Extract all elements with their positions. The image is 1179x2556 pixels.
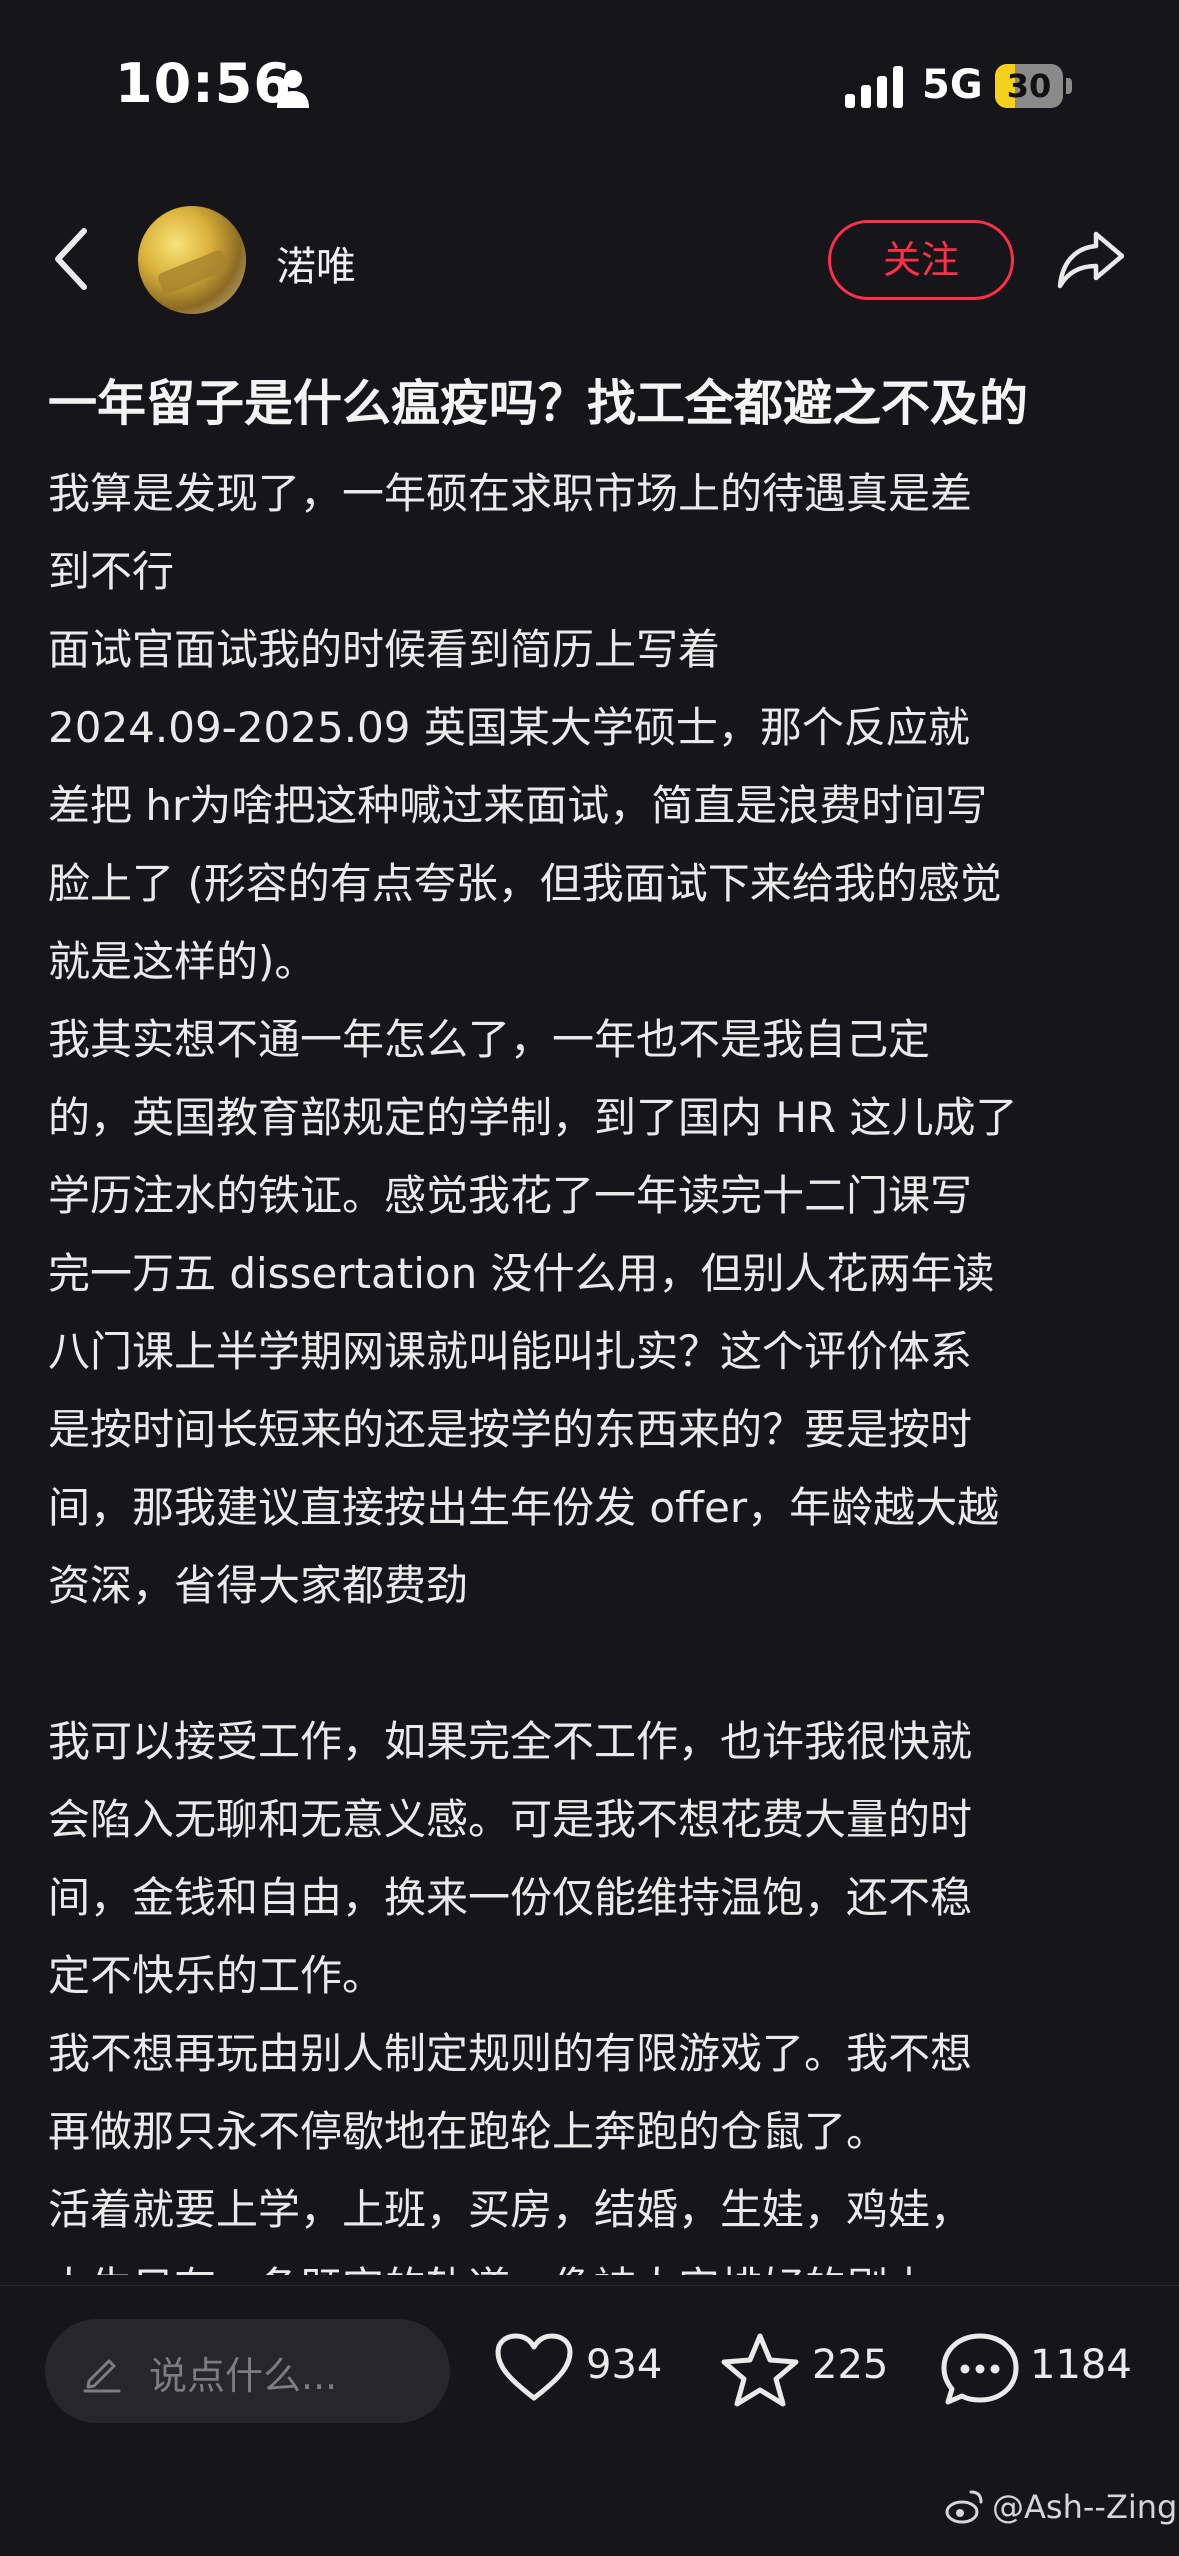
follow-button[interactable]: 关注 — [828, 220, 1014, 300]
comment-input[interactable]: 说点什么... — [45, 2319, 450, 2423]
post-text-line: 学历注水的铁证。感觉我花了一年读完十二门课写 — [48, 1171, 973, 1220]
comment-placeholder: 说点什么... — [149, 2354, 338, 2398]
post-text-line: 我算是发现了，一年硕在求职市场上的待遇真是差 — [48, 469, 973, 518]
post-text-line: 差把 hr为啥把这种喊过来面试，简直是浪费时间写 — [48, 781, 988, 830]
author-name[interactable]: 渃唯 — [276, 234, 356, 292]
pencil-icon — [83, 2359, 121, 2393]
post-text-line: 我不想再玩由别人制定规则的有限游戏了。我不想 — [48, 2029, 973, 2078]
post-text-line: 我其实想不通一年怎么了，一年也不是我自己定 — [48, 1015, 931, 1064]
person-icon — [277, 70, 309, 108]
comment-count: 1184 — [1030, 2342, 1132, 2388]
post-text-line: 脸上了 (形容的有点夸张，但我面试下来给我的感觉 — [48, 859, 1002, 908]
post-text-line — [48, 1625, 1148, 1703]
post-text-line: 2024.09-2025.09 英国某大学硕士，那个反应就 — [48, 703, 970, 752]
watermark: @Ash--Zing — [992, 2488, 1178, 2526]
post-text-line: 会陷入无聊和无意义感。可是我不想花费大量的时 — [48, 1795, 973, 1844]
post-text-line: 再做那只永不停歇地在跑轮上奔跑的仓鼠了。 — [48, 2107, 889, 2156]
post-text-line: 就是这样的)。 — [48, 937, 317, 986]
status-time: 10:56 — [115, 52, 292, 115]
post-text-line: 是按时间长短来的还是按学的东西来的？要是按时 — [48, 1405, 973, 1454]
star-icon — [721, 2333, 799, 2407]
post-text-line: 八门课上半学期网课就叫能叫扎实？这个评价体系 — [48, 1327, 973, 1376]
post-body: 我算是发现了，一年硕在求职市场上的待遇真是差 到不行面试官面试我的时候看到简历上写… — [48, 455, 1148, 2275]
status-bar: 10:56 5G 30 — [0, 0, 1179, 170]
post-text-line: 活着就要上学，上班，买房，结婚，生娃，鸡娃， — [48, 2185, 973, 2234]
heart-icon — [495, 2333, 573, 2401]
weibo-logo-icon — [945, 2490, 983, 2524]
share-icon[interactable] — [1056, 226, 1128, 292]
back-icon[interactable] — [48, 225, 96, 293]
post-text-line: 间，那我建议直接按出生年份发 offer，年龄越大越 — [48, 1483, 1000, 1532]
network-type: 5G — [922, 62, 983, 108]
post-title: 一年留子是什么瘟疫吗？找工全都避之不及的 — [48, 375, 1029, 432]
avatar[interactable] — [138, 206, 246, 314]
post-text-line: 到不行 — [48, 547, 175, 596]
battery-icon: 30 — [995, 64, 1073, 108]
post-text-line: 完一万五 dissertation 没什么用，但别人花两年读 — [48, 1249, 995, 1298]
post-text-line: 面试官面试我的时候看到简历上写着 — [48, 625, 721, 674]
post-text-line: 定不快乐的工作。 — [48, 1951, 385, 2000]
bottom-action-bar: 说点什么... 934 225 1184 — [0, 2285, 1179, 2476]
comment-bubble-icon — [941, 2333, 1019, 2405]
favorite-count: 225 — [812, 2342, 889, 2388]
post-text-line: 资深，省得大家都费劲 — [48, 1561, 469, 1610]
signal-icon — [845, 66, 903, 108]
like-count: 934 — [586, 2342, 663, 2388]
post-text-line: 人生只有一条既定的轨道，像被人安排好的剧本 — [48, 2249, 1148, 2275]
post-text-line: 间，金钱和自由，换来一份仅能维持温饱，还不稳 — [48, 1873, 973, 1922]
battery-level: 30 — [1006, 67, 1052, 105]
post-text-line: 的，英国教育部规定的学制，到了国内 HR 这儿成了 — [48, 1093, 1018, 1142]
post-header: 渃唯 关注 — [0, 190, 1179, 330]
post-text-line: 我可以接受工作，如果完全不工作，也许我很快就 — [48, 1717, 973, 1766]
